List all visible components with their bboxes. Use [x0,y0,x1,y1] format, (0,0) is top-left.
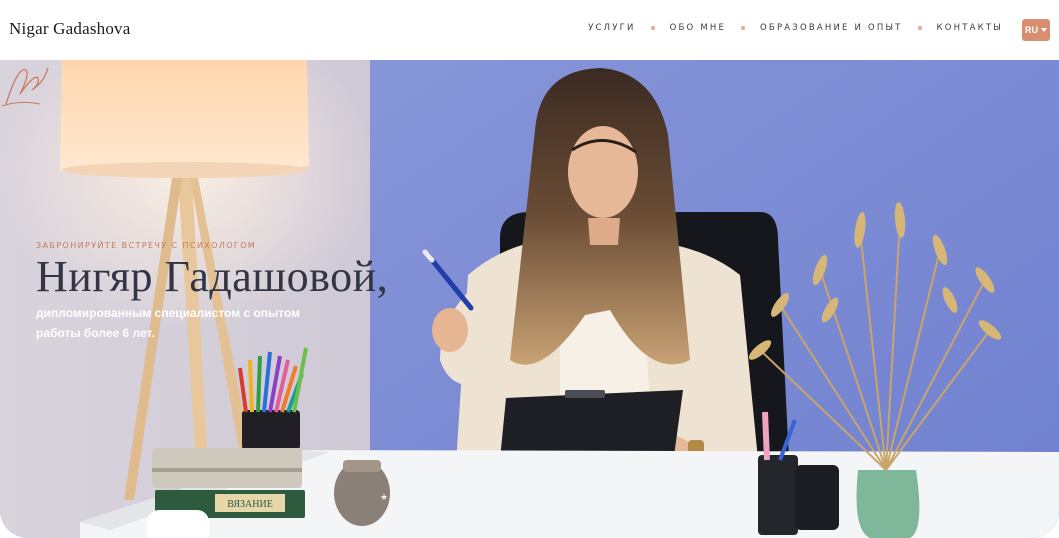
language-label: RU [1025,25,1038,35]
nav-separator-dot [917,26,922,30]
nav-separator-dot [741,26,746,30]
nav-item-about[interactable]: ОБО МНЕ [670,23,726,33]
hero-text-block: ЗАБРОНИРУЙТЕ ВСТРЕЧУ С ПСИХОЛОГОМ Нигяр … [36,241,388,343]
nav-item-education[interactable]: ОБРАЗОВАНИЕ И ОПЫТ [760,23,903,33]
nav-item-services[interactable]: УСЛУГИ [588,23,635,33]
nav-item-contacts[interactable]: КОНТАКТЫ [937,23,1003,33]
hero-subtitle: дипломированным специалистом с опытом ра… [36,306,301,340]
hero-eyebrow: ЗАБРОНИРУЙТЕ ВСТРЕЧУ С ПСИХОЛОГОМ [36,241,257,250]
nav-separator-dot [650,26,655,30]
book-stack: ВЯЗАНИЕ [152,448,305,518]
brand-logo[interactable]: Nigar Gadashova [9,19,131,39]
hero-section: ВЯЗАНИЕ ★ ЗАБРОНИРУЙТЕ ВСТРЕЧУ С ПСИХОЛО… [0,60,1059,538]
signature-icon [1,67,49,107]
chevron-down-icon [1041,28,1047,32]
scroll-down-tab[interactable] [147,510,209,538]
language-selector[interactable]: RU [1022,19,1050,41]
main-nav: УСЛУГИ ОБО МНЕ ОБРАЗОВАНИЕ И ОПЫТ КОНТАК… [588,23,1003,33]
svg-text:★: ★ [380,493,388,503]
site-header: Nigar Gadashova УСЛУГИ ОБО МНЕ ОБРАЗОВАН… [0,0,1059,60]
hero-title: Нигяр Гадашовой, [36,252,389,301]
book-spine-title: ВЯЗАНИЕ [227,499,273,510]
candle-jar: ★ [334,460,390,526]
